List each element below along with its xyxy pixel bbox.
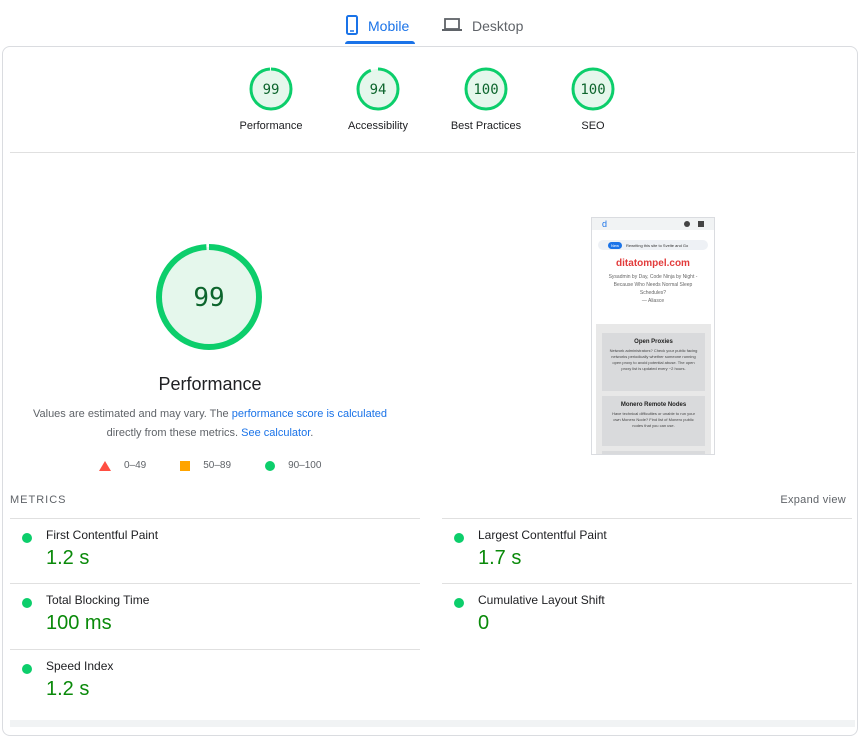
circle-icon (265, 460, 276, 471)
pass-circle-icon (22, 533, 32, 543)
banner-badge: New (608, 241, 623, 249)
screenshot-header: d (592, 218, 714, 230)
banner-text: Rewriting this site to Svelte and Go (626, 242, 689, 248)
gauge-label: Performance (239, 120, 303, 132)
card-title: Open Proxies (634, 339, 673, 345)
score-legend: 0–49 50–89 90–100 (99, 460, 355, 471)
metric-fcp: First Contentful Paint 1.2 s (10, 518, 420, 584)
card-title: Monero Remote Nodes (620, 402, 687, 408)
tab-mobile-label: Mobile (368, 18, 410, 34)
site-author: — Aliasce (641, 298, 665, 304)
site-name: ditatompel.com (616, 258, 690, 269)
menu-icon (698, 221, 704, 227)
performance-score: 99 (193, 283, 224, 313)
legend-fail: 0–49 (99, 460, 146, 471)
triangle-icon (99, 460, 111, 471)
site-logo-icon: d (602, 219, 608, 229)
performance-title: Performance (158, 374, 262, 394)
metric-value: 100 ms (46, 612, 112, 634)
metric-tbt: Total Blocking Time 100 ms (10, 583, 420, 649)
score-calculated-link[interactable]: performance score is calculated (232, 408, 387, 420)
smartphone-icon (346, 14, 358, 38)
card-open-proxies: Open Proxies Network administrators? Che… (602, 333, 705, 391)
gauge-ring: 100 (571, 67, 615, 111)
gauge-ring: 100 (464, 67, 508, 111)
gauge-label: SEO (581, 120, 605, 132)
metric-value: 0 (478, 612, 490, 634)
metric-si: Speed Index 1.2 s (10, 649, 420, 715)
metrics-heading: METRICS (10, 494, 67, 506)
theme-icon (684, 221, 690, 227)
category-gauges: 99 Performance 94 Accessibility 100 Best… (0, 66, 861, 146)
gauge-score: 99 (263, 82, 280, 98)
see-calculator-link[interactable]: See calculator (241, 427, 310, 439)
legend-pass: 90–100 (265, 460, 321, 471)
metric-value: 1.2 s (46, 678, 90, 700)
card-partial (602, 451, 705, 454)
tab-desktop-label: Desktop (472, 18, 524, 34)
laptop-icon (442, 17, 462, 35)
site-tagline: Sysadmin by Day, Code Ninja by Night - B… (608, 274, 698, 296)
gauge-accessibility[interactable]: 94 Accessibility (328, 66, 428, 132)
tab-desktop[interactable]: Desktop (442, 8, 523, 44)
gauge-score: 100 (473, 82, 498, 98)
metric-value: 1.7 s (478, 547, 522, 569)
metric-name: Total Blocking Time (46, 593, 150, 607)
metric-cls: Cumulative Layout Shift 0 (442, 583, 852, 649)
metric-name: Speed Index (46, 659, 114, 673)
desc-text: . (310, 427, 314, 439)
announcement-banner: New Rewriting this site to Svelte and Go (598, 240, 708, 250)
gauge-score: 94 (370, 82, 387, 98)
legend-range: 0–49 (124, 460, 147, 471)
performance-gauge-large: 99 (155, 243, 263, 356)
legend-average: 50–89 (180, 460, 231, 471)
gauge-ring: 94 (356, 67, 400, 111)
active-tab-indicator (345, 41, 415, 44)
card-text: Network administrators? Check your publi… (609, 348, 698, 371)
metric-lcp: Largest Contentful Paint 1.7 s (442, 518, 852, 584)
legend-range: 90–100 (288, 460, 322, 471)
gauge-score: 100 (580, 82, 605, 98)
metric-name: First Contentful Paint (46, 528, 159, 542)
gauge-label: Accessibility (348, 120, 408, 132)
square-icon (180, 460, 191, 471)
pass-circle-icon (454, 533, 464, 543)
bottom-divider (10, 720, 855, 727)
metric-value: 1.2 s (46, 547, 90, 569)
gauge-seo[interactable]: 100 SEO (543, 66, 643, 132)
section-divider (10, 152, 855, 153)
desc-text: directly from these metrics. (106, 427, 242, 439)
desc-text: Values are estimated and may vary. The (32, 408, 232, 420)
device-tabs: Mobile Desktop (0, 0, 861, 44)
gauge-label: Best Practices (450, 120, 522, 132)
gauge-performance[interactable]: 99 Performance (221, 66, 321, 132)
final-screenshot[interactable]: d New Rewriting this site to Svelte and … (591, 217, 715, 455)
pass-circle-icon (454, 598, 464, 608)
expand-view-button[interactable]: Expand view (780, 494, 846, 506)
card-monero-nodes: Monero Remote Nodes Have technical diffi… (602, 396, 705, 446)
gauge-best-practices[interactable]: 100 Best Practices (436, 66, 536, 132)
metric-name: Cumulative Layout Shift (478, 593, 605, 607)
metric-name: Largest Contentful Paint (478, 528, 607, 542)
legend-range: 50–89 (203, 460, 232, 471)
tab-mobile[interactable]: Mobile (346, 8, 409, 44)
screenshot-cards: Open Proxies Network administrators? Che… (596, 324, 711, 454)
pass-circle-icon (22, 598, 32, 608)
card-text: Have technical difficulties or unable to… (612, 411, 695, 428)
gauge-ring: 99 (249, 67, 293, 111)
pass-circle-icon (22, 664, 32, 674)
performance-description: Values are estimated and may vary. The p… (30, 405, 390, 443)
